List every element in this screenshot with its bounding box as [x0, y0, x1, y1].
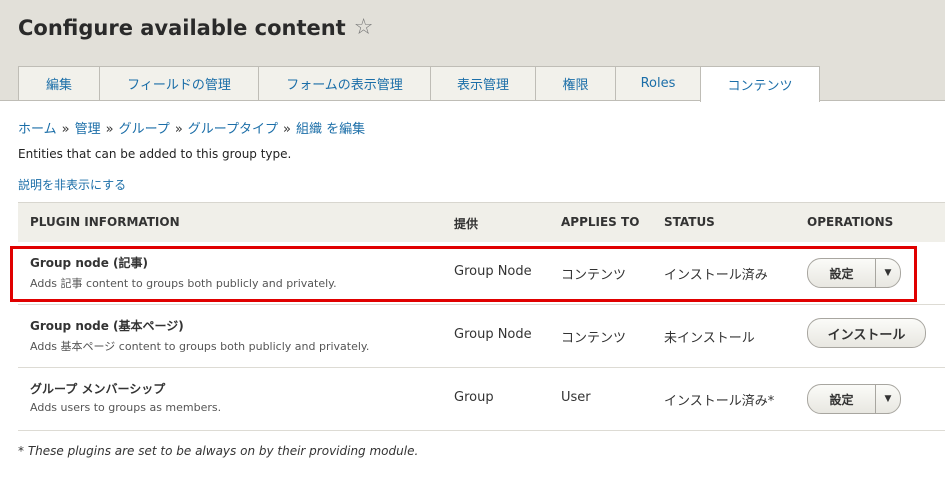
plugin-name: Group node (基本ページ) — [30, 319, 184, 333]
operations-dropbutton: 設定 ▼ — [807, 258, 901, 288]
plugin-provider: Group — [454, 390, 494, 405]
tab-manage-display[interactable]: 表示管理 — [430, 66, 536, 100]
tab-content[interactable]: コンテンツ — [700, 66, 820, 102]
page-title: Configure available content ☆ — [18, 15, 373, 40]
table-row: グループ メンバーシップ Adds users to groups as mem… — [18, 368, 945, 431]
table-row: Group node (記事) Adds 記事 content to group… — [18, 242, 945, 305]
plugin-status: インストール済み* — [664, 394, 775, 409]
tab-manage-form-display[interactable]: フォームの表示管理 — [258, 66, 431, 100]
table-header: PLUGIN INFORMATION 提供 APPLIES TO STATUS … — [18, 202, 945, 243]
breadcrumb-home[interactable]: ホーム — [18, 122, 57, 137]
tab-manage-fields[interactable]: フィールドの管理 — [99, 66, 259, 100]
breadcrumb-separator: » — [105, 122, 114, 137]
configure-button[interactable]: 設定 — [808, 385, 876, 413]
hide-description-link[interactable]: 説明を非表示にする — [18, 176, 126, 193]
star-outline-icon[interactable]: ☆ — [354, 15, 374, 40]
plugin-status: インストール済み — [664, 268, 768, 283]
column-header-operations: OPERATIONS — [807, 215, 894, 229]
caret-down-icon[interactable]: ▼ — [876, 259, 900, 287]
plugin-provider: Group Node — [454, 264, 532, 279]
tab-roles[interactable]: Roles — [615, 66, 701, 100]
page-description: Entities that can be added to this group… — [18, 147, 292, 161]
plugin-description: Adds 基本ページ content to groups both public… — [30, 340, 370, 353]
caret-down-icon[interactable]: ▼ — [876, 385, 900, 413]
page-header: Configure available content ☆ 編集 フィールドの管… — [0, 0, 945, 102]
tab-edit[interactable]: 編集 — [18, 66, 100, 100]
column-header-provider: 提供 — [454, 217, 479, 231]
breadcrumb-separator: » — [61, 122, 70, 137]
page-title-text: Configure available content — [18, 15, 346, 40]
plugin-name: Group node (記事) — [30, 256, 148, 270]
plugin-applies-to: コンテンツ — [561, 331, 627, 346]
column-header-applies-to: APPLIES TO — [561, 215, 640, 229]
footnote: * These plugins are set to be always on … — [18, 444, 419, 458]
plugin-provider: Group Node — [454, 327, 532, 342]
plugin-name: グループ メンバーシップ — [30, 382, 166, 396]
plugin-applies-to: User — [561, 390, 591, 405]
breadcrumb-group-types[interactable]: グループタイプ — [188, 122, 278, 137]
plugin-applies-to: コンテンツ — [561, 268, 627, 283]
column-header-plugin-information: PLUGIN INFORMATION — [30, 215, 180, 229]
plugin-description: Adds users to groups as members. — [30, 401, 222, 414]
install-button[interactable]: インストール — [807, 318, 926, 348]
breadcrumb-separator: » — [174, 122, 183, 137]
tab-bar: 編集 フィールドの管理 フォームの表示管理 表示管理 権限 Roles コンテン… — [18, 66, 820, 102]
plugin-status: 未インストール — [664, 331, 755, 346]
operations-dropbutton: 設定 ▼ — [807, 384, 901, 414]
breadcrumb-edit-organization[interactable]: 組織 を編集 — [296, 122, 365, 137]
breadcrumb-separator: » — [283, 122, 291, 137]
breadcrumb-groups[interactable]: グループ — [119, 122, 170, 137]
breadcrumb-admin[interactable]: 管理 — [75, 122, 101, 137]
tab-permissions[interactable]: 権限 — [535, 66, 616, 100]
plugin-description: Adds 記事 content to groups both publicly … — [30, 277, 337, 290]
configure-button[interactable]: 設定 — [808, 259, 876, 287]
table-row: Group node (基本ページ) Adds 基本ページ content to… — [18, 305, 945, 368]
column-header-status: STATUS — [664, 215, 715, 229]
breadcrumb: ホーム » 管理 » グループ » グループタイプ » 組織 を編集 — [18, 118, 365, 137]
